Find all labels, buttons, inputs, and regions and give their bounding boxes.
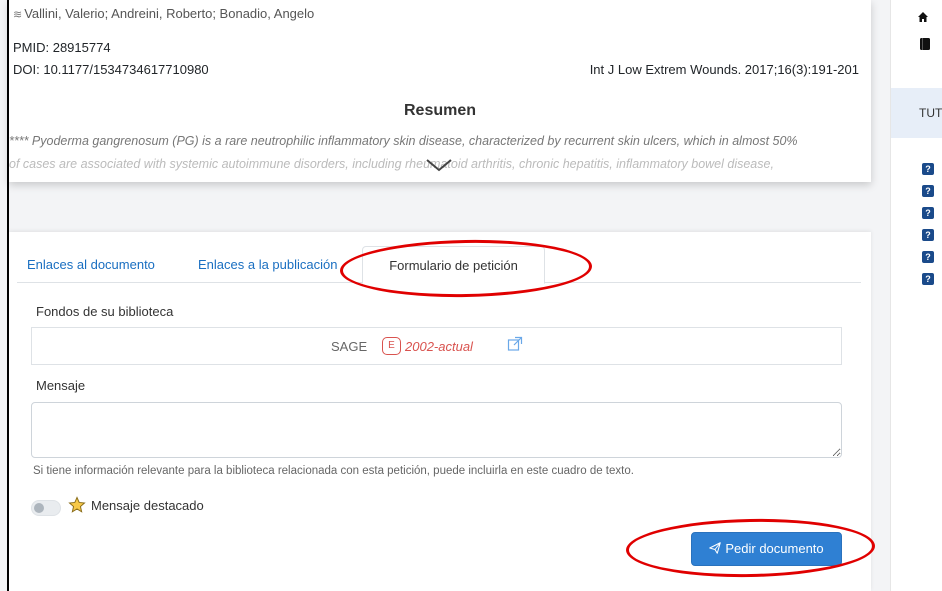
request-card: Enlaces al documento Enlaces a la public…: [9, 232, 871, 591]
authors-line: ≋ Vallini, Valerio; Andreini, Roberto; Bo…: [13, 6, 314, 21]
tutorials-label: TUT: [919, 106, 942, 120]
paper-plane-icon: [709, 533, 722, 565]
external-link-icon[interactable]: [507, 336, 523, 352]
help-icon[interactable]: ?: [922, 273, 934, 285]
book-icon[interactable]: [919, 37, 931, 51]
page: ≋ Vallini, Valerio; Andreini, Roberto; Bo…: [0, 0, 942, 591]
request-document-label: Pedir documento: [725, 541, 824, 556]
star-icon: [68, 496, 86, 514]
help-icon[interactable]: ?: [922, 229, 934, 241]
tab-publication-links[interactable]: Enlaces a la publicación: [198, 246, 346, 283]
journal-citation: Int J Low Extrem Wounds. 2017;16(3):191-…: [589, 62, 859, 77]
holdings-label: Fondos de su biblioteca: [36, 304, 174, 319]
toggle-knob: [34, 503, 44, 513]
tab-request-form[interactable]: Formulario de petición: [362, 246, 545, 284]
right-sidebar: TUT ? ? ? ? ? ?: [891, 0, 942, 591]
holdings-range-link[interactable]: 2002-actual: [405, 339, 473, 354]
expand-abstract-chevron-icon[interactable]: [424, 154, 454, 176]
help-icon[interactable]: ?: [922, 185, 934, 197]
holdings-provider: SAGE: [331, 339, 368, 354]
home-icon[interactable]: [917, 10, 929, 22]
request-document-button[interactable]: Pedir documento: [691, 532, 842, 566]
message-label: Mensaje: [36, 378, 86, 393]
featured-message-label: Mensaje destacado: [91, 498, 204, 513]
tab-document-links[interactable]: Enlaces al documento: [27, 246, 155, 283]
tutorials-box[interactable]: TUT: [891, 88, 942, 138]
people-icon: ≋: [13, 9, 23, 21]
message-help-text: Si tiene información relevante para la b…: [33, 465, 634, 477]
electronic-badge: E: [382, 337, 401, 355]
abstract-text: **** Pyoderma gangrenosum (PG) is a rare…: [9, 134, 798, 148]
doi: DOI: 10.1177/1534734617710980: [13, 62, 209, 77]
tabs-bar: Enlaces al documento Enlaces a la public…: [17, 246, 861, 284]
help-icon[interactable]: ?: [922, 207, 934, 219]
record-card: ≋ Vallini, Valerio; Andreini, Roberto; Bo…: [9, 0, 871, 182]
authors-text: Vallini, Valerio; Andreini, Roberto; Bon…: [24, 6, 315, 21]
help-icon[interactable]: ?: [922, 163, 934, 175]
pmid: PMID: 28915774: [13, 40, 111, 55]
abstract-title: Resumen: [403, 102, 477, 119]
help-icon[interactable]: ?: [922, 251, 934, 263]
holdings-box: SAGE E 2002-actual: [31, 327, 842, 365]
message-textarea[interactable]: [31, 402, 842, 458]
help-icon-list: ? ? ? ? ? ?: [922, 163, 934, 295]
featured-message-toggle[interactable]: [31, 500, 61, 516]
